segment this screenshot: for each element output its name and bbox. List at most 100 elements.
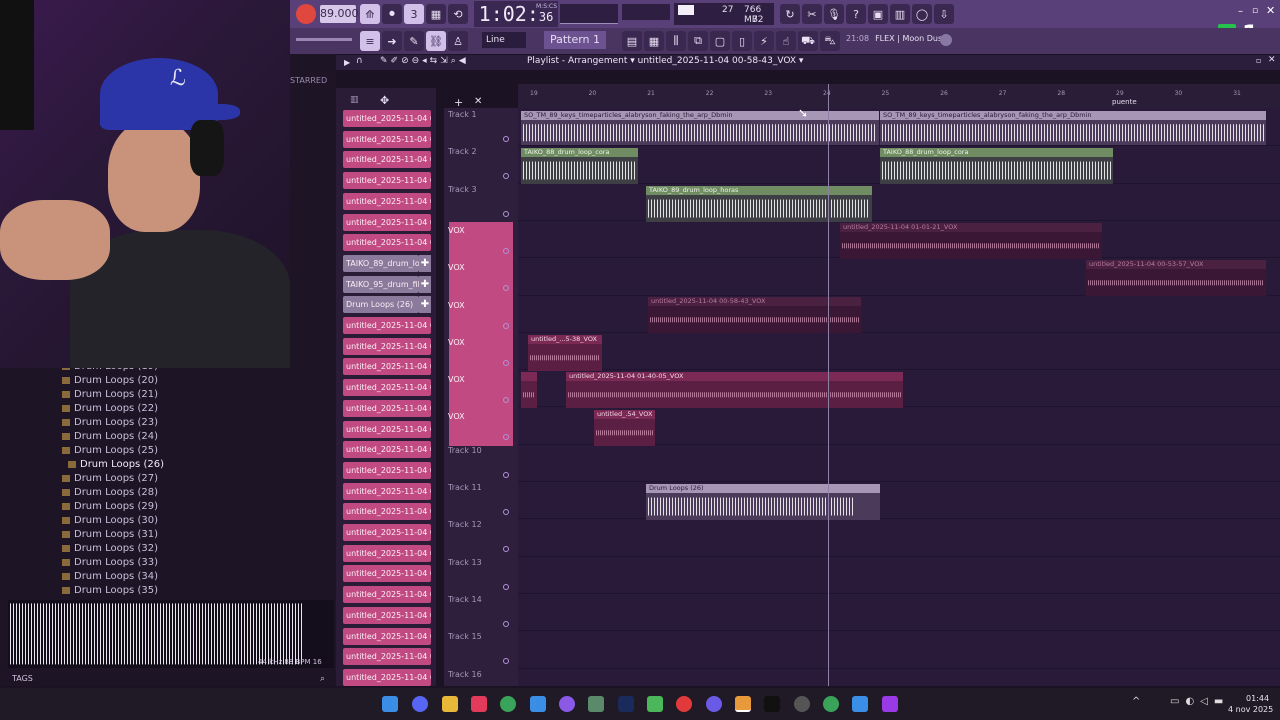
playhead[interactable] bbox=[828, 84, 829, 686]
browser-folder-item[interactable]: Drum Loops (20) bbox=[62, 374, 158, 388]
obs-icon[interactable] bbox=[794, 696, 810, 712]
channel-button[interactable]: untitled_2025-11-04 01- bbox=[343, 544, 431, 562]
channel-add-icon[interactable]: ✚ bbox=[419, 254, 431, 272]
mixer-icon[interactable]: ▥ bbox=[890, 4, 910, 24]
tray-icons[interactable]: ▭◐◁▬ bbox=[1170, 696, 1229, 707]
pinterest-icon[interactable] bbox=[676, 696, 692, 712]
channel-button[interactable]: untitled_2025-11-04 01- bbox=[343, 668, 431, 686]
channel-button[interactable]: untitled_2025-11-04 00- bbox=[343, 130, 431, 148]
track-mute-icon[interactable] bbox=[503, 620, 509, 627]
master-volume-slider[interactable] bbox=[296, 38, 352, 41]
chrome-icon[interactable] bbox=[500, 696, 516, 712]
playlist-tools[interactable]: ✎✐⊘⊖◂⇆⇲⌕◀ bbox=[380, 56, 469, 66]
xbox-icon[interactable] bbox=[823, 696, 839, 712]
channel-button[interactable]: untitled_2025-11-04 01- bbox=[343, 441, 431, 459]
channel-button[interactable]: untitled_2025-11-04 01- bbox=[343, 586, 431, 604]
browser-folder-item[interactable]: Drum Loops (31) bbox=[62, 528, 158, 542]
clock-time[interactable]: 01:44 bbox=[1246, 694, 1269, 703]
browser-folder-item[interactable]: Drum Loops (23) bbox=[62, 416, 158, 430]
track-mute-icon[interactable] bbox=[503, 136, 509, 142]
stamp-icon[interactable]: ♙ bbox=[448, 31, 468, 51]
channel-add-icon[interactable]: ✚ bbox=[419, 296, 431, 314]
browser-icon[interactable]: ▢ bbox=[710, 31, 730, 51]
channel-button[interactable]: untitled_2025-11-04 01- bbox=[343, 524, 431, 541]
browser-folder-item[interactable]: Drum Loops (29) bbox=[62, 500, 158, 514]
track-header-label[interactable]: VOX bbox=[448, 338, 465, 347]
calculator-icon[interactable] bbox=[588, 696, 604, 712]
step-edit-icon[interactable]: ▦ bbox=[426, 4, 446, 24]
track-header-label[interactable]: VOX bbox=[448, 412, 465, 421]
track-mute-icon[interactable] bbox=[503, 322, 509, 329]
file-explorer-icon[interactable] bbox=[442, 696, 458, 712]
browser-folder-item[interactable]: Drum Loops (35) bbox=[62, 584, 158, 598]
notepad-icon[interactable] bbox=[530, 696, 546, 712]
track-header-label[interactable]: Track 16 bbox=[448, 670, 482, 679]
track-header-label[interactable]: VOX bbox=[448, 226, 465, 235]
channel-button[interactable]: TAIKO_89_drum_loo... bbox=[343, 254, 419, 272]
app-icon[interactable] bbox=[559, 696, 575, 712]
playlist-view-icon[interactable]: ≡ bbox=[360, 31, 380, 51]
graph-icon[interactable]: ▥ bbox=[350, 95, 359, 105]
channel-rack-icon[interactable]: ▦ bbox=[644, 31, 664, 51]
track-header-label[interactable]: Track 2 bbox=[448, 147, 477, 156]
track-mute-icon[interactable] bbox=[503, 509, 509, 515]
channel-button[interactable]: untitled_2025-11-04 01- bbox=[343, 482, 431, 500]
channel-button[interactable]: Drum Loops (26) bbox=[343, 296, 419, 314]
photoshop-icon[interactable] bbox=[618, 696, 634, 712]
channel-button[interactable]: TAIKO_95_drum_fill_... bbox=[343, 275, 419, 293]
tray-chevron-icon[interactable]: ^ bbox=[1132, 696, 1140, 707]
clock-date[interactable]: 4 nov 2025 bbox=[1228, 705, 1273, 714]
discord-icon[interactable] bbox=[412, 696, 428, 712]
browser-folder-item[interactable]: Drum Loops (25) bbox=[62, 444, 158, 458]
clip-vox-01-40-05[interactable]: untitled_2025-11-04 01-40-05_VOX bbox=[566, 372, 903, 408]
marker-puente[interactable]: puente bbox=[1112, 98, 1137, 106]
track-header-label[interactable]: VOX bbox=[448, 301, 465, 310]
channel-button[interactable]: untitled_2025-11-04 01- bbox=[343, 420, 431, 438]
arrow-right-icon[interactable]: ➜ bbox=[382, 31, 402, 51]
channel-button[interactable]: untitled_2025-11-04 01- bbox=[343, 648, 431, 666]
wait-icon[interactable]: ⏺ bbox=[382, 4, 402, 24]
browser-folder-item[interactable]: Drum Loops (24) bbox=[62, 430, 158, 444]
channel-button[interactable]: untitled_2025-11-04 01- bbox=[343, 461, 431, 479]
channel-button[interactable]: untitled_2025-11-04 01- bbox=[343, 337, 431, 355]
link-icon[interactable]: ⛓ bbox=[426, 31, 446, 51]
record-button[interactable] bbox=[296, 4, 316, 24]
track-header-label[interactable]: Track 12 bbox=[448, 520, 482, 529]
playlist-close-icon[interactable]: ✕ bbox=[1268, 55, 1276, 65]
mixer-view-icon[interactable]: ⫼ bbox=[666, 31, 686, 51]
maximize-icon[interactable]: ▫ bbox=[1252, 6, 1258, 16]
piano-roll-icon[interactable]: ▤ bbox=[622, 31, 642, 51]
browser-folder-item[interactable]: Drum Loops (22) bbox=[62, 402, 158, 416]
browser-folder-item[interactable]: Drum Loops (27) bbox=[62, 472, 158, 486]
proton-icon[interactable] bbox=[706, 696, 722, 712]
tiktok-icon[interactable] bbox=[764, 696, 780, 712]
browser-folder-item[interactable]: Drum Loops (21) bbox=[62, 388, 158, 402]
channel-button[interactable]: untitled_2025-11-04 00- bbox=[343, 110, 431, 127]
save-icon[interactable]: ▣ bbox=[868, 4, 888, 24]
globe-icon[interactable] bbox=[940, 34, 952, 46]
track-mute-icon[interactable] bbox=[503, 359, 509, 366]
channel-button[interactable]: untitled_2025-11-04 00- bbox=[343, 172, 431, 190]
channel-button[interactable]: untitled_2025-11-04 01- bbox=[343, 358, 431, 376]
track-header-label[interactable]: VOX bbox=[448, 375, 465, 384]
track-mute-icon[interactable] bbox=[503, 210, 509, 217]
track-header-label[interactable]: Track 1 bbox=[448, 110, 477, 119]
playlist-title[interactable]: Playlist - Arrangement ▾ untitled_2025-1… bbox=[527, 56, 803, 66]
browser-folder-item[interactable]: Drum Loops (32) bbox=[62, 542, 158, 556]
track-mute-icon[interactable] bbox=[503, 471, 509, 478]
track-mute-icon[interactable] bbox=[503, 247, 509, 254]
close-icon[interactable]: ✕ bbox=[1266, 4, 1275, 17]
window-icon[interactable] bbox=[852, 696, 868, 712]
channel-button[interactable]: untitled_2025-11-04 01- bbox=[343, 565, 431, 583]
clip-taiko-horas[interactable]: TAIKO_89_drum_loop_horas bbox=[646, 186, 872, 222]
track-mute-icon[interactable] bbox=[503, 583, 509, 590]
clip-vox-start[interactable] bbox=[521, 372, 537, 408]
countdown-icon[interactable]: 3 bbox=[404, 4, 424, 24]
metronome-icon[interactable]: ⟰ bbox=[360, 4, 380, 24]
remove-track-icon[interactable]: ✕ bbox=[474, 96, 482, 107]
magnet-icon[interactable]: ∩ bbox=[356, 56, 363, 66]
clip-taiko-cora-2[interactable]: TAIKO_88_drum_loop_cora bbox=[880, 148, 1113, 184]
cart-icon[interactable]: ⛍ bbox=[820, 31, 840, 51]
windows-start-icon[interactable] bbox=[382, 696, 398, 712]
channel-button[interactable]: untitled_2025-11-04 00- bbox=[343, 151, 431, 169]
